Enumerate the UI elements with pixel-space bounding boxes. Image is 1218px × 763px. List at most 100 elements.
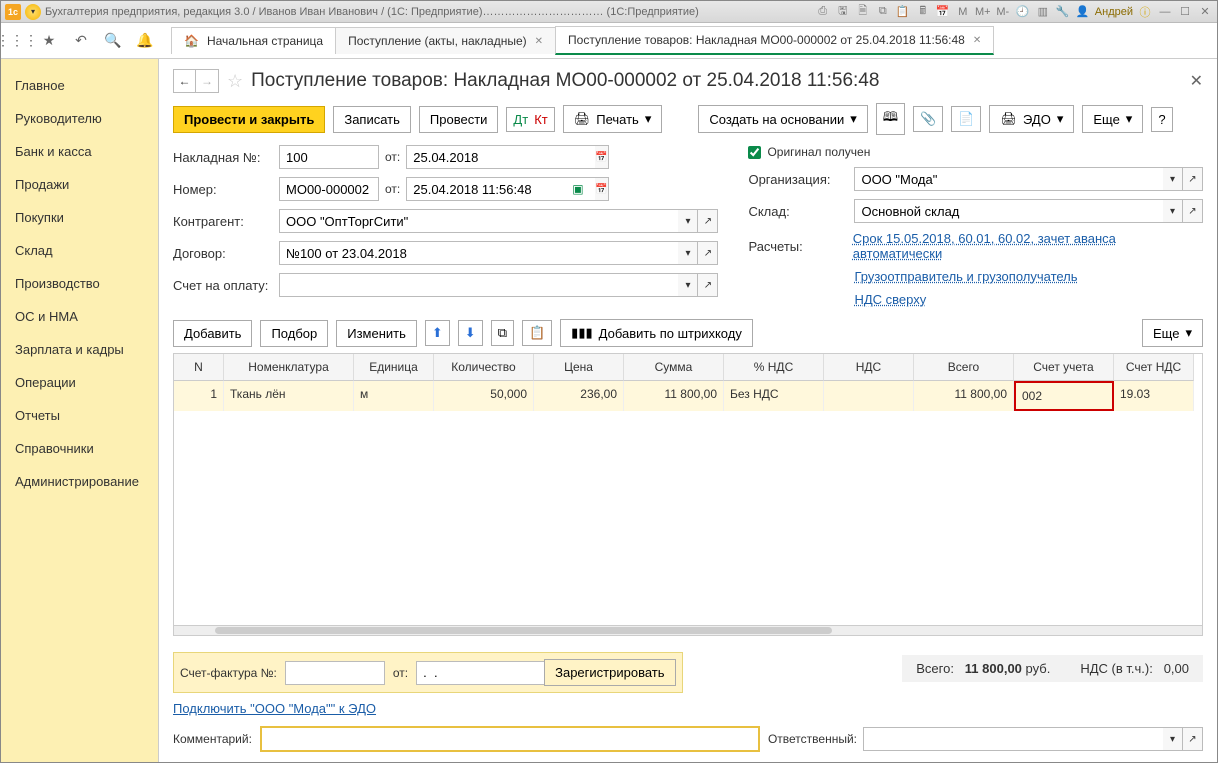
table-more-button[interactable]: Еще▾: [1142, 319, 1203, 347]
cell-accvat[interactable]: 19.03: [1114, 381, 1194, 411]
org-input[interactable]: [854, 167, 1163, 191]
cell-sum[interactable]: 11 800,00: [624, 381, 724, 411]
warehouse-input[interactable]: [854, 199, 1163, 223]
copy-icon[interactable]: ⧉: [875, 4, 891, 20]
sidebar-item-catalogs[interactable]: Справочники: [1, 432, 158, 465]
col-accvat[interactable]: Счет НДС: [1114, 354, 1194, 381]
paste-icon[interactable]: 📋: [895, 4, 911, 20]
col-unit[interactable]: Единица: [354, 354, 434, 381]
col-qty[interactable]: Количество: [434, 354, 534, 381]
col-total[interactable]: Всего: [914, 354, 1014, 381]
report-button[interactable]: 📄: [951, 106, 981, 132]
search-icon[interactable]: 🔍: [103, 31, 123, 51]
user-name[interactable]: Андрей: [1095, 6, 1133, 18]
sidebar-item-reports[interactable]: Отчеты: [1, 399, 158, 432]
edo-button[interactable]: 🖨ЭДО▾: [989, 105, 1074, 133]
save-icon[interactable]: 🖫: [835, 4, 851, 20]
scroll-thumb[interactable]: [215, 627, 832, 634]
mplus-icon[interactable]: M+: [975, 4, 991, 20]
paste-rows-button[interactable]: 📋: [522, 320, 552, 346]
sidebar-item-admin[interactable]: Администрирование: [1, 465, 158, 498]
col-nom[interactable]: Номенклатура: [224, 354, 354, 381]
number-input[interactable]: [279, 177, 379, 201]
create-based-button[interactable]: Создать на основании▾: [698, 105, 867, 133]
open-icon[interactable]: ↗: [1183, 167, 1203, 191]
doc-icon[interactable]: 🗎: [855, 4, 871, 20]
nav-fwd-icon[interactable]: →: [196, 70, 218, 92]
minimize-icon[interactable]: —: [1157, 4, 1173, 20]
open-icon[interactable]: ↗: [1183, 199, 1203, 223]
open-icon[interactable]: ↗: [698, 241, 718, 265]
bill-input[interactable]: [279, 273, 678, 297]
tab-home[interactable]: 🏠 Начальная страница: [171, 27, 336, 54]
original-received-checkbox[interactable]: [748, 146, 761, 159]
sidebar-item-purchases[interactable]: Покупки: [1, 201, 158, 234]
calendar-icon[interactable]: 📅: [595, 177, 608, 201]
titlebar-dropdown-icon[interactable]: ▾: [25, 4, 41, 20]
chevron-down-icon[interactable]: ▾: [678, 273, 698, 297]
doc-close-icon[interactable]: ✕: [1190, 71, 1203, 91]
calendar-icon[interactable]: 📅: [935, 4, 951, 20]
attach-button[interactable]: 📎: [913, 106, 943, 132]
sidebar-item-operations[interactable]: Операции: [1, 366, 158, 399]
table-scrollbar[interactable]: [174, 625, 1202, 635]
wrench-icon[interactable]: 🔧: [1055, 4, 1071, 20]
responsible-input[interactable]: [863, 727, 1163, 751]
cell-n[interactable]: 1: [174, 381, 224, 411]
copy-rows-button[interactable]: ⧉: [491, 320, 514, 346]
print-icon[interactable]: ⎙: [815, 4, 831, 20]
tab-close-icon[interactable]: ✕: [535, 36, 543, 47]
cell-unit[interactable]: м: [354, 381, 434, 411]
open-icon[interactable]: ↗: [698, 209, 718, 233]
col-price[interactable]: Цена: [534, 354, 624, 381]
col-sum[interactable]: Сумма: [624, 354, 724, 381]
vat-mode-link[interactable]: НДС сверху: [854, 292, 926, 307]
cell-total[interactable]: 11 800,00: [914, 381, 1014, 411]
sidebar-item-production[interactable]: Производство: [1, 267, 158, 300]
dtct-button[interactable]: ДтКт: [506, 107, 554, 132]
add-row-button[interactable]: Добавить: [173, 320, 252, 347]
panel-icon[interactable]: ▥: [1035, 4, 1051, 20]
chevron-down-icon[interactable]: ▾: [678, 209, 698, 233]
write-button[interactable]: Записать: [333, 106, 411, 133]
cell-vat[interactable]: [824, 381, 914, 411]
nav-back-icon[interactable]: ←: [174, 70, 196, 92]
invoice-date-input[interactable]: [406, 145, 595, 169]
history-nav-icon[interactable]: ↶: [71, 31, 91, 51]
cell-acc[interactable]: 002: [1014, 381, 1114, 411]
comment-input[interactable]: [260, 726, 760, 752]
close-window-icon[interactable]: ✕: [1197, 4, 1213, 20]
more-button[interactable]: Еще▾: [1082, 105, 1143, 133]
related-button[interactable]: 🕮: [876, 103, 905, 135]
register-button[interactable]: Зарегистрировать: [544, 659, 675, 686]
apps-icon[interactable]: ⋮⋮⋮: [7, 31, 27, 51]
sidebar-item-manager[interactable]: Руководителю: [1, 102, 158, 135]
chevron-down-icon[interactable]: ▾: [1163, 727, 1183, 751]
help-button[interactable]: ?: [1151, 107, 1172, 132]
table-row[interactable]: 1 Ткань лён м 50,000 236,00 11 800,00 Бе…: [174, 381, 1202, 411]
open-icon[interactable]: ↗: [1183, 727, 1203, 751]
sidebar-item-assets[interactable]: ОС и НМА: [1, 300, 158, 333]
contract-input[interactable]: [279, 241, 678, 265]
datetime-input[interactable]: [406, 177, 595, 201]
sidebar-item-main[interactable]: Главное: [1, 69, 158, 102]
chevron-down-icon[interactable]: ▾: [1163, 167, 1183, 191]
chevron-down-icon[interactable]: ▾: [1163, 199, 1183, 223]
post-button[interactable]: Провести: [419, 106, 499, 133]
invoice-no-input[interactable]: [279, 145, 379, 169]
add-by-barcode-button[interactable]: ▮▮▮Добавить по штрихкоду: [560, 319, 753, 347]
bell-icon[interactable]: 🔔: [135, 31, 155, 51]
sf-no-input[interactable]: [285, 661, 385, 685]
cell-price[interactable]: 236,00: [534, 381, 624, 411]
move-down-button[interactable]: ⬇: [458, 320, 483, 346]
sidebar-item-salary[interactable]: Зарплата и кадры: [1, 333, 158, 366]
cell-nom[interactable]: Ткань лён: [224, 381, 354, 411]
print-button[interactable]: 🖨Печать▾: [563, 105, 663, 133]
col-acc[interactable]: Счет учета: [1014, 354, 1114, 381]
cell-qty[interactable]: 50,000: [434, 381, 534, 411]
calendar-icon[interactable]: 📅: [595, 145, 608, 169]
col-vatp[interactable]: % НДС: [724, 354, 824, 381]
col-n[interactable]: N: [174, 354, 224, 381]
connect-edo-link[interactable]: Подключить "ООО "Мода"" к ЭДО: [173, 701, 376, 716]
calc-link[interactable]: Срок 15.05.2018, 60.01, 60.02, зачет ава…: [853, 231, 1203, 261]
